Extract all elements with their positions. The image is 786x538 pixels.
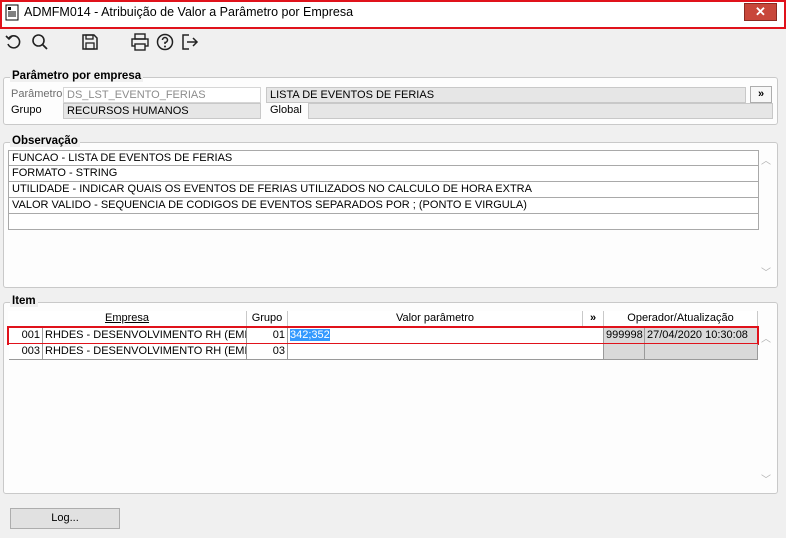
column-header-operador[interactable]: Operador/Atualização <box>604 311 758 327</box>
cell-grupo[interactable]: 03 <box>247 344 288 360</box>
observacao-line <box>8 214 759 230</box>
parametro-legend: Parâmetro por empresa <box>10 70 144 82</box>
chevron-right-icon: » <box>757 88 765 100</box>
close-icon: ✕ <box>755 4 766 19</box>
item-legend: Item <box>10 295 38 307</box>
undo-icon[interactable] <box>4 32 24 52</box>
global-label: Global <box>270 104 302 116</box>
observacao-legend: Observação <box>10 135 80 147</box>
save-icon[interactable] <box>80 32 100 52</box>
column-expand-button[interactable]: » <box>583 311 604 327</box>
selected-row-outline <box>7 326 759 345</box>
observacao-line: VALOR VALIDO - SEQUENCIA DE CODIGOS DE E… <box>8 198 759 214</box>
exit-icon[interactable] <box>180 32 200 52</box>
grupo-label: Grupo <box>11 104 42 116</box>
global-field <box>308 103 773 119</box>
observacao-line: FUNCAO - LISTA DE EVENTOS DE FERIAS <box>8 150 759 166</box>
parametro-description-field: LISTA DE EVENTOS DE FERIAS <box>266 87 746 103</box>
column-header-valor[interactable]: Valor parâmetro <box>288 311 583 327</box>
help-icon[interactable] <box>155 32 175 52</box>
column-header-empresa[interactable]: Empresa <box>8 311 247 327</box>
cell-operador <box>604 344 645 360</box>
window-title: ADMFM014 - Atribuição de Valor a Parâmet… <box>24 5 354 19</box>
cell-codigo[interactable]: 003 <box>9 344 43 360</box>
document-icon <box>5 4 19 21</box>
close-button[interactable]: ✕ <box>744 3 777 21</box>
print-icon[interactable] <box>130 32 150 52</box>
log-button[interactable]: Log... <box>10 508 120 529</box>
cell-empresa[interactable]: RHDES - DESENVOLVIMENTO RH (EMPRE <box>43 344 247 360</box>
cell-valor[interactable] <box>288 344 604 360</box>
scroll-down-arrow-icon[interactable]: ﹀ <box>759 264 773 279</box>
column-header-grupo[interactable]: Grupo <box>247 311 288 327</box>
parametro-label: Parâmetro <box>11 88 63 100</box>
parametro-code-field[interactable]: DS_LST_EVENTO_FERIAS <box>63 87 261 103</box>
scroll-up-arrow-icon[interactable]: ︿ <box>759 330 773 345</box>
scroll-up-arrow-icon[interactable]: ︿ <box>759 152 773 167</box>
grupo-field: RECURSOS HUMANOS <box>63 103 261 119</box>
scroll-down-arrow-icon[interactable]: ﹀ <box>759 471 773 486</box>
parametro-expand-button[interactable]: » <box>750 86 772 103</box>
observacao-line: FORMATO - STRING <box>8 166 759 182</box>
chevron-right-icon: » <box>589 312 597 324</box>
search-icon[interactable] <box>30 32 50 52</box>
cell-atualizacao <box>645 344 758 360</box>
observacao-line: UTILIDADE - INDICAR QUAIS OS EVENTOS DE … <box>8 182 759 198</box>
